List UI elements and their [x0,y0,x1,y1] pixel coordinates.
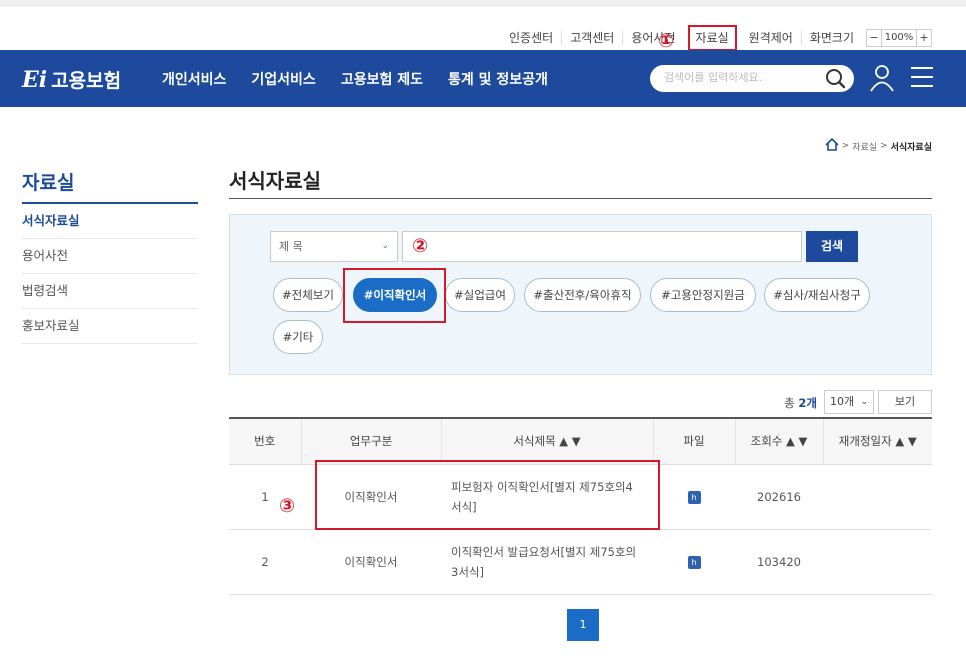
total-count-value: 2개 [798,396,817,410]
link-auth-center[interactable]: 인증센터 [501,31,561,45]
row-date [823,529,932,595]
tag-unemployment-benefit[interactable]: #실업급여 [445,278,515,312]
sidebar-item-promo[interactable]: 홍보자료실 [22,309,198,344]
table-header-row: 번호 업무구분 서식제목 ▲ ▼ 파일 조회수 ▲ ▼ 재개정일자 ▲ ▼ [229,417,932,465]
per-page-select[interactable]: 10개 ⌄ [824,390,874,414]
search-icon[interactable] [825,68,846,93]
link-glossary[interactable]: 용어사전 [622,31,683,45]
zoom-level: 100% [882,29,916,47]
highlight-box-tag [343,268,446,323]
user-icon[interactable] [870,64,894,96]
sidebar-item-law-search[interactable]: 법령검색 [22,274,198,309]
annotation-marker-3: ③ [279,495,296,517]
row-file: h [653,464,735,530]
col-number: 번호 [229,417,301,465]
main-content: 서식자료실 제 목 ⌄ 검색 #전체보기 #이직확인서 #실업급여 #출산전후/… [229,165,932,641]
filter-panel: 제 목 ⌄ 검색 #전체보기 #이직확인서 #실업급여 #출산전후/육아휴직 #… [229,214,932,375]
tag-employment-subsidy[interactable]: #고용안정지원금 [650,278,756,312]
breadcrumb-section[interactable]: 자료실 [852,140,877,153]
sidebar-title: 자료실 [22,168,198,204]
row-title-link[interactable]: 이직확인서 발급요청서[별지 제75호의3서식] [441,529,653,595]
tag-etc[interactable]: #기타 [273,320,323,354]
view-button[interactable]: 보기 [878,390,932,414]
search-field-select[interactable]: 제 목 ⌄ [270,231,398,262]
menu-statistics[interactable]: 통계 및 정보공개 [448,69,548,89]
chevron-down-icon: ⌄ [381,241,389,251]
breadcrumb: > 자료실 > 서식자료실 [825,137,932,154]
hwp-file-icon[interactable]: h [687,491,701,504]
link-remote-control[interactable]: 원격제어 [741,31,801,45]
pagination-page-1[interactable]: 1 [567,609,599,641]
list-toolbar: 총 2개 10개 ⌄ 보기 [229,390,932,416]
main-nav: Ei 고용보험 개인서비스 기업서비스 고용보험 제도 통계 및 정보공개 [0,50,966,107]
sidebar-item-forms[interactable]: 서식자료실 [22,204,198,239]
screen-size-label: 화면크기 [800,31,862,45]
per-page-value: 10개 [830,395,855,408]
zoom-in-button[interactable]: + [916,29,932,47]
search-button[interactable]: 검색 [806,231,858,262]
menu-personal-service[interactable]: 개인서비스 [162,69,226,89]
highlight-box-row [315,460,660,530]
link-resources[interactable]: 자료실 [687,25,737,51]
utility-bar: 인증센터 고객센터 용어사전 자료실 원격제어 화면크기 − 100% + [0,0,966,51]
annotation-marker-1: ① [658,30,675,52]
chevron-down-icon: ⌄ [860,397,868,407]
logo-text: 고용보험 [51,70,122,92]
logo-mark: Ei [22,66,48,93]
tag-appeal[interactable]: #심사/재심사청구 [764,278,870,312]
tag-all[interactable]: #전체보기 [273,278,343,312]
col-revised-date[interactable]: 재개정일자 ▲ ▼ [822,417,932,465]
global-search [650,65,854,92]
link-customer-center[interactable]: 고객센터 [561,31,622,45]
row-category: 이직확인서 [301,529,441,595]
hwp-file-icon[interactable]: h [687,556,701,569]
search-field-select-value: 제 목 [279,240,303,253]
total-prefix: 총 [784,396,795,410]
main-menu: 개인서비스 기업서비스 고용보험 제도 통계 및 정보공개 [162,69,573,89]
total-count: 총 2개 [784,395,817,411]
breadcrumb-separator: > [841,141,850,151]
annotation-marker-2: ② [412,235,429,257]
col-views[interactable]: 조회수 ▲ ▼ [734,417,823,465]
menu-business-service[interactable]: 기업서비스 [251,69,315,89]
row-number: 2 [229,529,301,595]
row-views: 103420 [735,529,823,595]
logo[interactable]: Ei 고용보험 [22,66,121,93]
breadcrumb-separator: > [880,141,888,151]
breadcrumb-current: 서식자료실 [890,142,932,153]
home-icon[interactable] [825,137,839,154]
row-file: h [653,529,735,595]
global-search-input[interactable] [664,71,814,84]
menu-icon[interactable] [910,66,934,92]
col-title[interactable]: 서식제목 ▲ ▼ [440,417,653,465]
row-date [823,464,932,530]
col-category: 업무구분 [300,417,441,465]
search-keyword-input[interactable] [402,231,802,262]
utility-links: 인증센터 고객센터 용어사전 자료실 원격제어 화면크기 − 100% + [501,25,932,51]
tag-parental-leave[interactable]: #출산전후/육아휴직 [524,278,641,312]
row-views: 202616 [735,464,823,530]
page-title: 서식자료실 [229,165,932,199]
sidebar: 자료실 서식자료실 용어사전 법령검색 홍보자료실 [22,168,198,344]
menu-insurance-system[interactable]: 고용보험 제도 [341,69,423,89]
zoom-out-button[interactable]: − [866,29,882,47]
zoom-control: − 100% + [866,29,932,47]
sidebar-item-glossary[interactable]: 용어사전 [22,239,198,274]
col-file: 파일 [652,417,735,465]
table-row: 2 이직확인서 이직확인서 발급요청서[별지 제75호의3서식] h 10342… [229,529,932,595]
